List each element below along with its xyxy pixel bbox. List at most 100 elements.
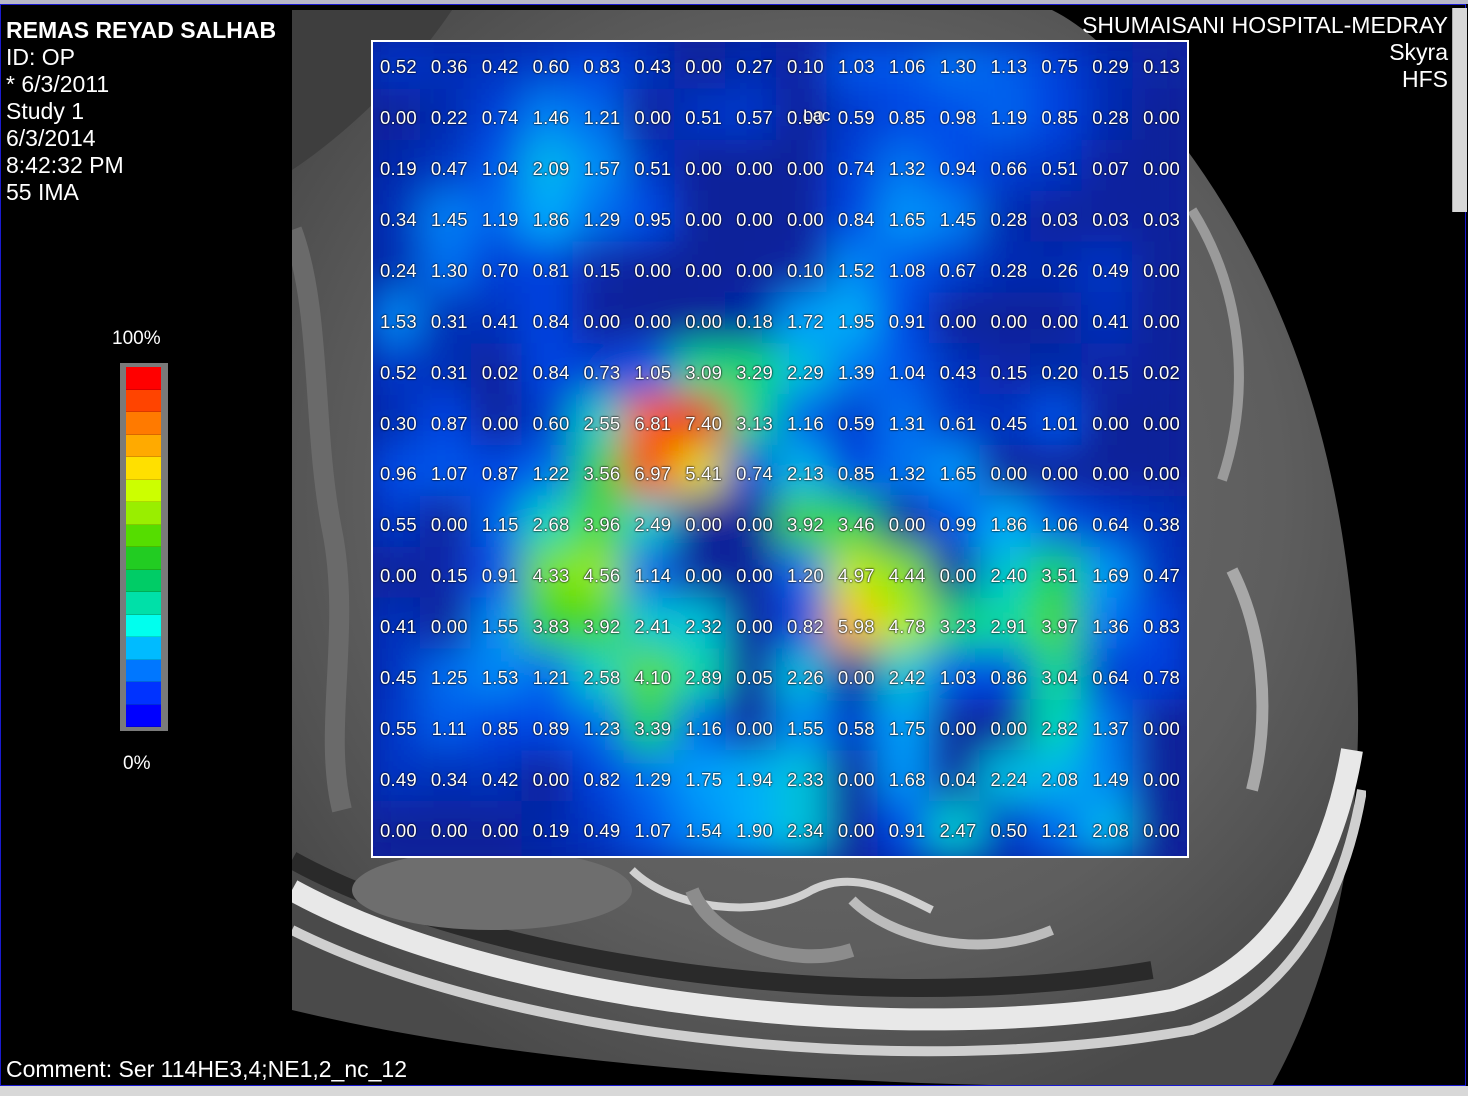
- grid-cell-value: 0.00: [634, 107, 672, 129]
- grid-cell-value: 1.15: [481, 514, 519, 536]
- grid-cell-value: 1.03: [837, 56, 875, 78]
- grid-cell-value: 0.04: [939, 768, 977, 790]
- color-scale-swatch: [126, 502, 161, 525]
- grid-cell-value: 0.86: [990, 666, 1028, 688]
- grid-cell-value: 1.90: [736, 819, 773, 841]
- grid-cell-value: 0.00: [736, 514, 773, 536]
- grid-cell-value: 1.22: [532, 463, 570, 485]
- grid-cell-value: 1.29: [583, 209, 621, 231]
- grid-cell-value: 0.19: [380, 158, 417, 180]
- grid-cell-value: 0.24: [380, 259, 417, 281]
- grid-cell-value: 0.41: [1092, 310, 1130, 332]
- mrs-viewer-window[interactable]: 0.52 0.36 0.42 0.60 0.83 0.43 0.00 0.27 0.10 1.03…: [0, 0, 1468, 1096]
- grid-cell-value: 3.83: [532, 616, 570, 638]
- grid-cell-value: 0.27: [736, 56, 773, 78]
- study-date: 6/3/2014: [6, 125, 96, 151]
- grid-cell-value: 0.60: [532, 56, 570, 78]
- grid-cell-value: 0.00: [939, 717, 977, 739]
- grid-cell-value: 0.84: [837, 209, 875, 231]
- grid-cell-value: 1.06: [888, 56, 926, 78]
- vertical-scrollbar[interactable]: [1452, 8, 1467, 212]
- grid-cell-value: 0.10: [787, 259, 824, 281]
- grid-cell-value: 0.00: [380, 565, 417, 587]
- grid-cell-value: 0.28: [990, 209, 1028, 231]
- grid-cell-value: 0.94: [939, 158, 977, 180]
- grid-cell-value: 1.03: [939, 666, 977, 688]
- grid-cell-value: 0.51: [685, 107, 723, 129]
- grid-cell-value: 3.09: [685, 361, 723, 383]
- institution-name: SHUMAISANI HOSPITAL-MEDRAY: [1082, 12, 1448, 38]
- grid-cell-value: 0.00: [685, 310, 723, 332]
- patient-id: ID: OP: [6, 44, 76, 70]
- grid-cell-value: 0.30: [380, 412, 417, 434]
- grid-cell-value: 0.41: [481, 310, 519, 332]
- grid-cell-value: 0.42: [481, 56, 519, 78]
- grid-cell-value: 2.89: [685, 666, 723, 688]
- grid-cell-value: 1.72: [787, 310, 824, 332]
- grid-cell-value: 2.91: [990, 616, 1028, 638]
- grid-cell-value: 0.15: [583, 259, 621, 281]
- grid-cell-value: 0.34: [380, 209, 417, 231]
- grid-cell-value: 1.45: [430, 209, 468, 231]
- grid-cell-value: 0.42: [481, 768, 519, 790]
- grid-cell-value: 0.66: [990, 158, 1028, 180]
- grid-cell-value: 0.00: [634, 310, 672, 332]
- grid-cell-value: 0.00: [685, 56, 723, 78]
- color-scale-swatch: [126, 704, 161, 727]
- grid-cell-value: 0.73: [583, 361, 621, 383]
- grid-cell-value: 0.36: [430, 56, 468, 78]
- grid-cell-value: 0.00: [787, 209, 824, 231]
- metabolite-label: Lac: [803, 106, 831, 125]
- grid-cell-value: 0.43: [634, 56, 672, 78]
- grid-cell-value: 1.36: [1092, 616, 1130, 638]
- comment-text: Comment: Ser 114HE3,4;NE1,2_nc_12: [6, 1056, 408, 1082]
- grid-cell-value: 0.00: [837, 819, 875, 841]
- grid-cell-value: 0.00: [685, 259, 723, 281]
- color-scale-swatch: [126, 614, 161, 637]
- grid-cell-value: 2.42: [888, 666, 926, 688]
- grid-cell-value: 0.85: [1041, 107, 1079, 129]
- grid-cell-value: 1.39: [837, 361, 875, 383]
- grid-cell-value: 0.00: [1143, 107, 1180, 129]
- grid-cell-value: 2.26: [787, 666, 824, 688]
- grid-cell-value: 0.74: [481, 107, 519, 129]
- grid-cell-value: 0.00: [430, 819, 468, 841]
- grid-cell-value: 0.00: [1092, 412, 1130, 434]
- patient-name: REMAS REYAD SALHAB: [6, 17, 277, 43]
- grid-cell-value: 0.03: [1143, 209, 1180, 231]
- grid-cell-value: 1.55: [787, 717, 824, 739]
- grid-cell-value: 0.28: [1092, 107, 1130, 129]
- grid-cell-value: 0.00: [1041, 463, 1079, 485]
- metabolite-value-grid: 0.52 0.36 0.42 0.60 0.83 0.43 0.00 0.27 0.10 1.03…: [373, 42, 1187, 856]
- grid-cell-value: 3.51: [1041, 565, 1079, 587]
- grid-cell-value: 0.95: [634, 209, 672, 231]
- grid-cell-value: 0.00: [888, 514, 926, 536]
- grid-cell-value: 1.01: [1041, 412, 1079, 434]
- study-time: 8:42:32 PM: [6, 152, 124, 178]
- grid-cell-value: 1.14: [634, 565, 672, 587]
- color-scale-swatch: [126, 479, 161, 502]
- grid-cell-value: 1.19: [481, 209, 519, 231]
- grid-cell-value: 0.00: [990, 717, 1028, 739]
- grid-cell-value: 3.46: [837, 514, 875, 536]
- grid-cell-value: 0.70: [481, 259, 519, 281]
- grid-cell-value: 1.32: [888, 158, 926, 180]
- grid-cell-value: 0.99: [939, 514, 977, 536]
- grid-cell-value: 2.09: [532, 158, 570, 180]
- mrs-csi-grid[interactable]: 0.52 0.36 0.42 0.60 0.83 0.43 0.00 0.27 0.10 1.03…: [371, 40, 1189, 858]
- grid-cell-value: 0.98: [939, 107, 977, 129]
- grid-cell-value: 0.43: [939, 361, 977, 383]
- grid-cell-value: 0.22: [430, 107, 468, 129]
- grid-cell-value: 1.05: [634, 361, 672, 383]
- grid-cell-value: 1.65: [888, 209, 926, 231]
- grid-cell-value: 0.00: [430, 616, 468, 638]
- grid-cell-value: 0.00: [939, 565, 977, 587]
- grid-cell-value: 1.86: [990, 514, 1028, 536]
- grid-cell-value: 3.13: [736, 412, 773, 434]
- grid-cell-value: 0.31: [430, 361, 468, 383]
- grid-cell-value: 0.64: [1092, 514, 1130, 536]
- grid-cell-value: 2.08: [1092, 819, 1130, 841]
- grid-cell-value: 1.30: [939, 56, 977, 78]
- grid-cell-value: 1.30: [430, 259, 468, 281]
- grid-cell-value: 2.24: [990, 768, 1028, 790]
